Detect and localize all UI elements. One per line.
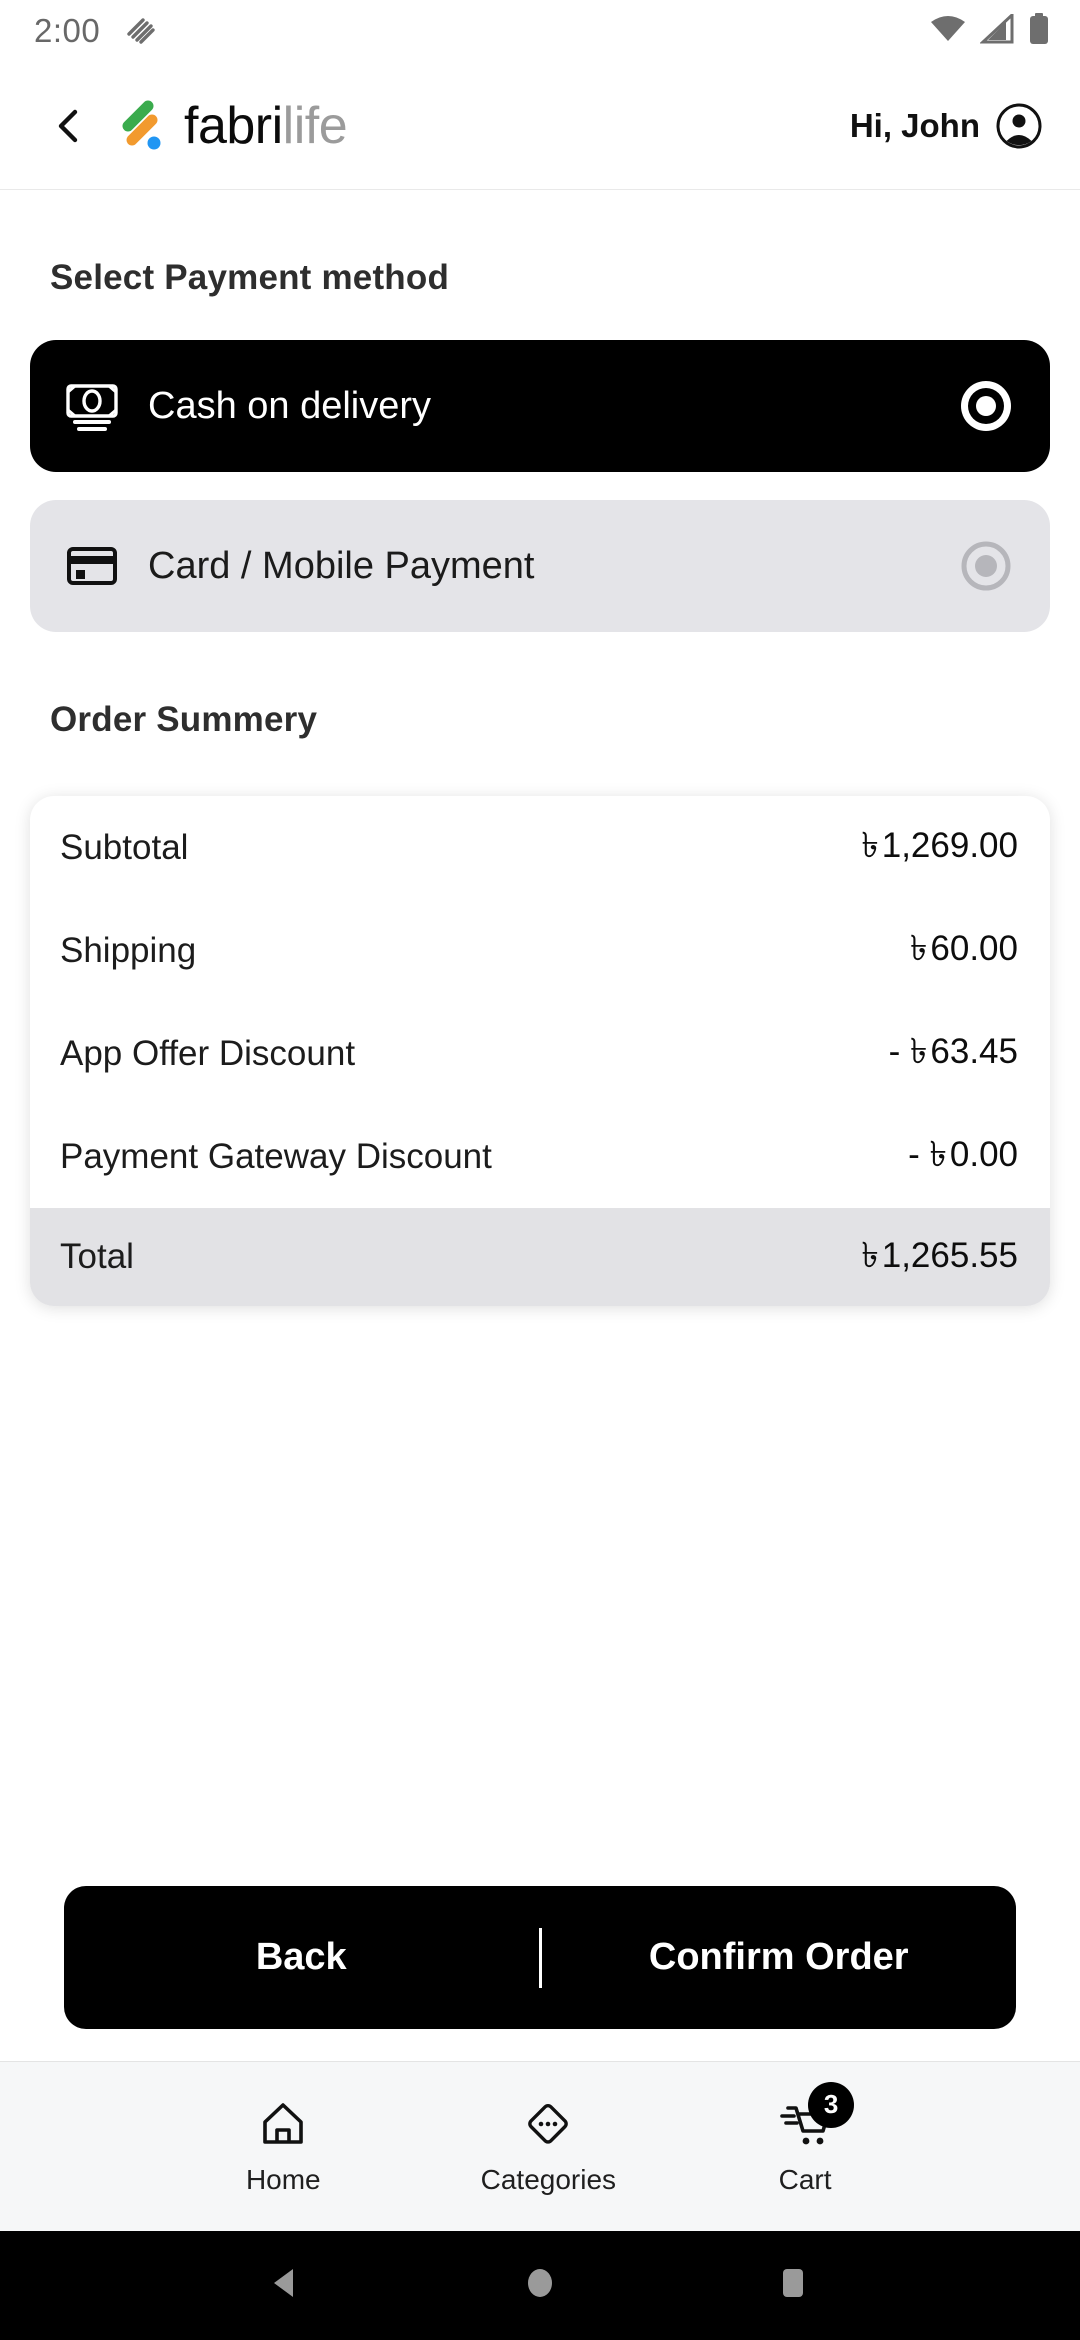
summary-row-app-offer-discount: App Offer Discount - ৳ 63.45 — [30, 1002, 1050, 1105]
shopping-cart-icon: 3 — [776, 2081, 855, 2150]
payment-section-title: Select Payment method — [50, 258, 450, 297]
summary-row-subtotal: Subtotal ৳ 1,269.00 — [30, 796, 1050, 899]
nav-item-categories[interactable]: Categories — [481, 2098, 616, 2196]
status-time: 2:00 — [34, 12, 101, 49]
summary-row-value: ৳ 1,269.00 — [861, 826, 1018, 865]
summary-row-label: App Offer Discount — [60, 1033, 356, 1073]
cellular-signal-icon — [979, 11, 1014, 49]
android-back-icon[interactable] — [265, 2261, 309, 2310]
payment-option-label: Card / Mobile Payment — [148, 544, 535, 587]
bottom-navigation: Home Categories 3 Cart — [0, 2061, 1080, 2231]
payment-option-card-mobile[interactable]: Card / Mobile Payment — [30, 500, 1050, 632]
order-summary-card: Subtotal ৳ 1,269.00 Shipping ৳ 60.00 App… — [30, 796, 1050, 1306]
summary-total-value: ৳ 1,265.55 — [861, 1235, 1018, 1275]
android-home-icon[interactable] — [518, 2261, 562, 2310]
categories-diamond-icon — [522, 2098, 574, 2150]
summary-row-total: Total ৳ 1,265.55 — [30, 1208, 1050, 1306]
battery-icon — [1028, 12, 1050, 50]
summary-row-label: Subtotal — [60, 827, 189, 867]
radio-unselected-icon[interactable] — [958, 538, 1014, 594]
main-content: Select Payment method Cash on delivery C… — [0, 258, 1080, 1306]
nav-item-home[interactable]: Home — [246, 2098, 321, 2196]
nav-label: Home — [245, 2163, 321, 2195]
back-button[interactable]: Back — [64, 1936, 539, 1979]
status-bar-right — [930, 11, 1050, 50]
summary-row-payment-gateway-discount: Payment Gateway Discount - ৳ 0.00 — [30, 1105, 1050, 1208]
nav-label: Categories — [480, 2163, 617, 2195]
summary-row-shipping: Shipping ৳ 60.00 — [30, 899, 1050, 1002]
summary-row-label: Shipping — [60, 930, 197, 970]
status-bar: 2:00 — [0, 0, 1080, 62]
summary-row-value: ৳ 60.00 — [910, 929, 1018, 968]
brand-secondary: life — [282, 96, 348, 155]
summary-row-label: Payment Gateway Discount — [60, 1136, 492, 1176]
brand-wordmark: fabrilife — [184, 96, 348, 156]
wifi-icon — [930, 14, 966, 49]
brand-logo[interactable]: fabrilife — [118, 96, 348, 156]
credit-card-icon — [64, 538, 120, 594]
account-circle-icon[interactable] — [996, 103, 1042, 149]
brand-primary: fabri — [184, 96, 283, 155]
confirm-order-button[interactable]: Confirm Order — [542, 1936, 1017, 1979]
notification-stripes-icon — [122, 12, 156, 51]
back-chevron-icon[interactable] — [48, 104, 92, 148]
nav-item-cart[interactable]: 3 Cart — [776, 2081, 855, 2196]
banknotes-icon — [64, 378, 120, 434]
summary-row-value: - ৳ 0.00 — [908, 1135, 1018, 1174]
account-greeting[interactable]: Hi, John — [850, 103, 1042, 149]
summary-row-value: - ৳ 63.45 — [888, 1032, 1018, 1071]
action-button-bar: Back Confirm Order — [64, 1886, 1016, 2029]
payment-option-label: Cash on delivery — [148, 384, 432, 427]
nav-label: Cart — [778, 2163, 832, 2195]
home-icon — [257, 2098, 309, 2150]
summary-section-title: Order Summery — [50, 700, 318, 739]
android-recents-icon[interactable] — [771, 2261, 815, 2310]
android-system-nav — [0, 2231, 1080, 2340]
greeting-text: Hi, John — [849, 106, 980, 144]
app-header: fabrilife Hi, John — [0, 62, 1080, 190]
cart-count-badge: 3 — [808, 2081, 855, 2128]
radio-selected-icon[interactable] — [958, 378, 1014, 434]
payment-option-cash-on-delivery[interactable]: Cash on delivery — [30, 340, 1050, 472]
fabrilife-mark-icon — [118, 100, 164, 152]
status-bar-left: 2:00 — [34, 12, 156, 51]
summary-total-label: Total — [60, 1237, 134, 1276]
